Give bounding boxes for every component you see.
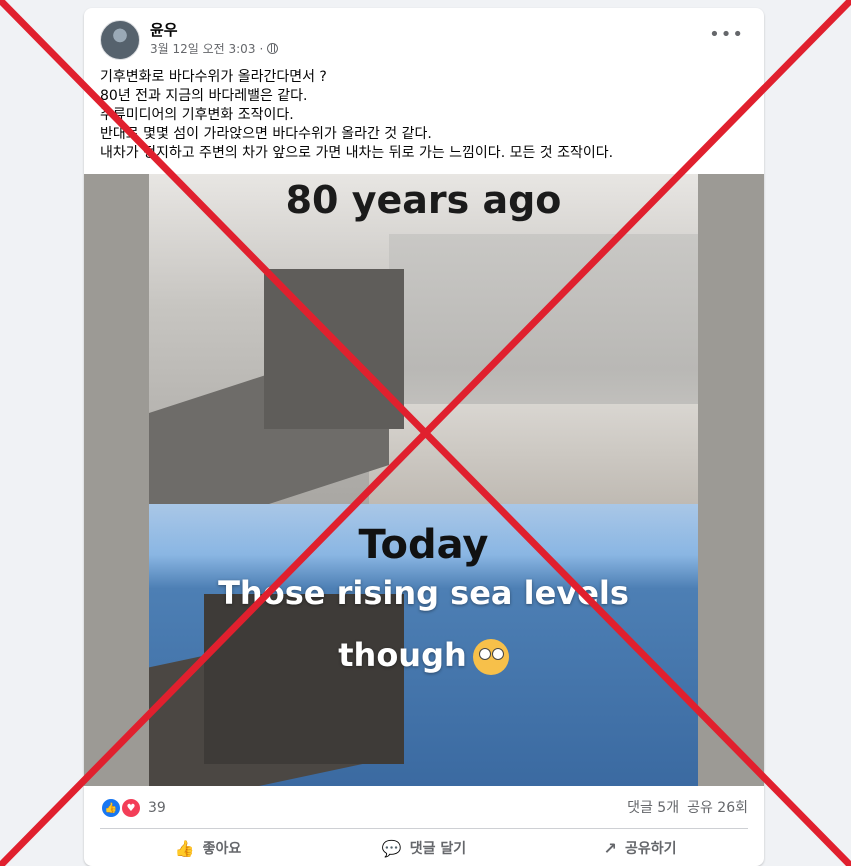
divider xyxy=(100,828,748,829)
reactions-summary[interactable]: 👍 ♥ 39 xyxy=(100,797,166,819)
comment-button[interactable]: 💬 댓글 달기 xyxy=(316,830,532,866)
thumbs-up-icon: 👍 xyxy=(174,838,195,858)
share-button-label: 공유하기 xyxy=(624,841,677,857)
avatar[interactable] xyxy=(100,20,140,60)
caption-today: Today xyxy=(358,522,489,568)
comment-count[interactable]: 댓글 5개 xyxy=(627,797,679,817)
dot-separator: · xyxy=(259,41,264,56)
post-timestamp[interactable]: 3월 12일 오전 3:03 xyxy=(150,40,255,57)
more-options-icon[interactable]: ••• xyxy=(709,24,744,45)
caption-though: though xyxy=(338,636,467,674)
reaction-count[interactable]: 39 xyxy=(148,800,166,816)
like-button[interactable]: 👍 좋아요 xyxy=(100,830,316,866)
comment-button-label: 댓글 달기 xyxy=(409,841,467,857)
share-icon: ↗ xyxy=(603,838,617,858)
post-card: 윤우 3월 12일 오전 3:03 · ••• 기후변화로 바다수위가 올라간다… xyxy=(84,8,764,866)
post-text: 기후변화로 바다수위가 올라간다면서 ? 80년 전과 지금의 바다레밸은 같다… xyxy=(100,68,740,163)
post-text-line: 기후변화로 바다수위가 올라간다면서 ? xyxy=(100,69,327,85)
eye-roll-emoji-icon xyxy=(472,639,509,675)
engagement-counts: 댓글 5개 공유 26회 xyxy=(627,797,748,817)
post-text-line: 반대로 몇몇 섬이 가라앉으면 바다수위가 올라간 것 같다. xyxy=(100,126,432,142)
meme-image: 80 years ago Today Those rising sea leve… xyxy=(149,174,698,786)
post-image[interactable]: 80 years ago Today Those rising sea leve… xyxy=(84,174,764,786)
love-reaction-icon: ♥ xyxy=(120,797,142,819)
action-bar: 👍 좋아요 💬 댓글 달기 ↗ 공유하기 xyxy=(100,830,748,866)
share-button[interactable]: ↗ 공유하기 xyxy=(532,830,748,866)
comment-icon: 💬 xyxy=(381,838,402,858)
old-photo xyxy=(149,174,698,543)
post-text-line: 내차가 정지하고 주변의 차가 앞으로 가면 내차는 뒤로 가는 느낌이다. 모… xyxy=(100,145,614,161)
post-text-line: 주류미디어의 기후변화 조작이다. xyxy=(100,107,294,123)
like-reaction-icon: 👍 xyxy=(100,797,122,819)
share-count[interactable]: 공유 26회 xyxy=(687,797,748,817)
caption-rising-sea-levels: Those rising sea levels xyxy=(218,574,629,612)
author-name[interactable]: 윤우 xyxy=(150,19,178,40)
post-meta: 3월 12일 오전 3:03 · xyxy=(150,40,279,57)
post-text-line: 80년 전과 지금의 바다레밸은 같다. xyxy=(100,88,308,104)
caption-80-years-ago: 80 years ago xyxy=(285,178,562,222)
like-button-label: 좋아요 xyxy=(202,841,242,857)
caption-though-line: though xyxy=(149,636,698,675)
globe-icon xyxy=(267,43,279,54)
